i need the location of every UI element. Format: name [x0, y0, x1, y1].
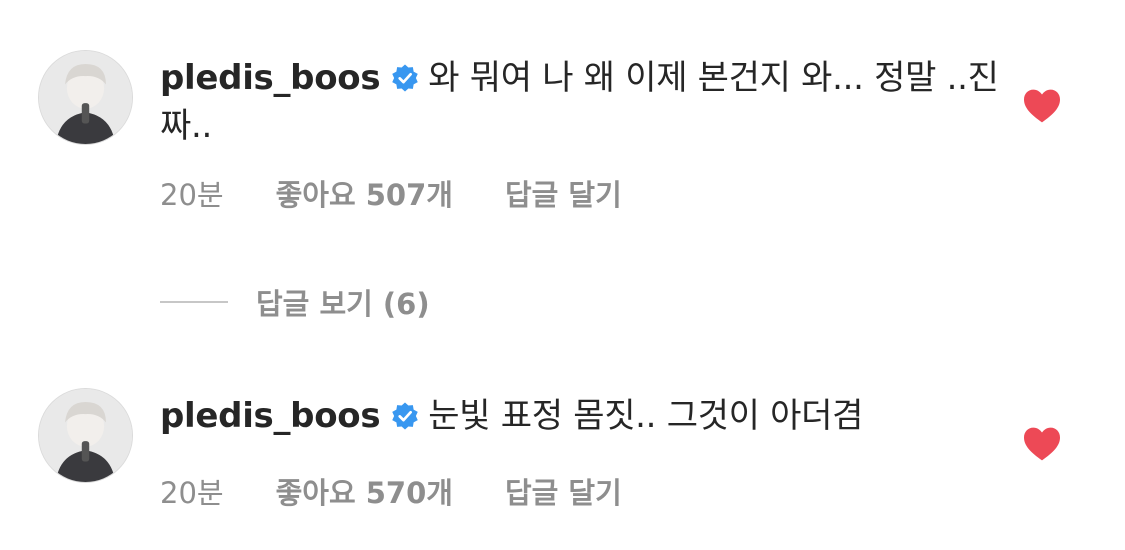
verified-badge-icon — [390, 63, 420, 93]
comment-time: 20분 — [160, 476, 224, 510]
heart-icon — [1024, 89, 1060, 123]
reply-button[interactable]: 답글 달기 — [505, 476, 622, 510]
view-replies-label: 답글 보기 (6) — [256, 287, 430, 321]
like-button[interactable] — [1022, 426, 1062, 462]
reply-button[interactable]: 답글 달기 — [505, 178, 622, 212]
view-replies-button[interactable]: 답글 보기 (6) — [160, 282, 430, 322]
likes-count[interactable]: 좋아요 570개 — [276, 476, 453, 510]
comment-time: 20분 — [160, 178, 224, 212]
replies-divider-line — [160, 301, 228, 303]
avatar[interactable] — [38, 50, 133, 145]
avatar-image — [39, 51, 132, 144]
comment-text-block: pledis_boos 와 뭐여 나 왜 이제 본건지 와... 정말 ..진짜.… — [160, 54, 1000, 150]
avatar[interactable] — [38, 388, 133, 483]
comment-text-block: pledis_boos 눈빛 표정 몸짓.. 그것이 아더겸 — [160, 392, 1000, 440]
avatar-image — [39, 389, 132, 482]
like-button[interactable] — [1022, 88, 1062, 124]
likes-count[interactable]: 좋아요 507개 — [276, 178, 453, 212]
heart-icon — [1024, 427, 1060, 461]
comment-meta: 20분 좋아요 507개 답글 달기 — [160, 172, 622, 214]
username-link[interactable]: pledis_boos — [160, 58, 381, 98]
verified-badge-icon — [390, 401, 420, 431]
comment-meta: 20분 좋아요 570개 답글 달기 — [160, 470, 622, 512]
username-link[interactable]: pledis_boos — [160, 396, 381, 436]
comment-body: 눈빛 표정 몸짓.. 그것이 아더겸 — [428, 396, 864, 436]
